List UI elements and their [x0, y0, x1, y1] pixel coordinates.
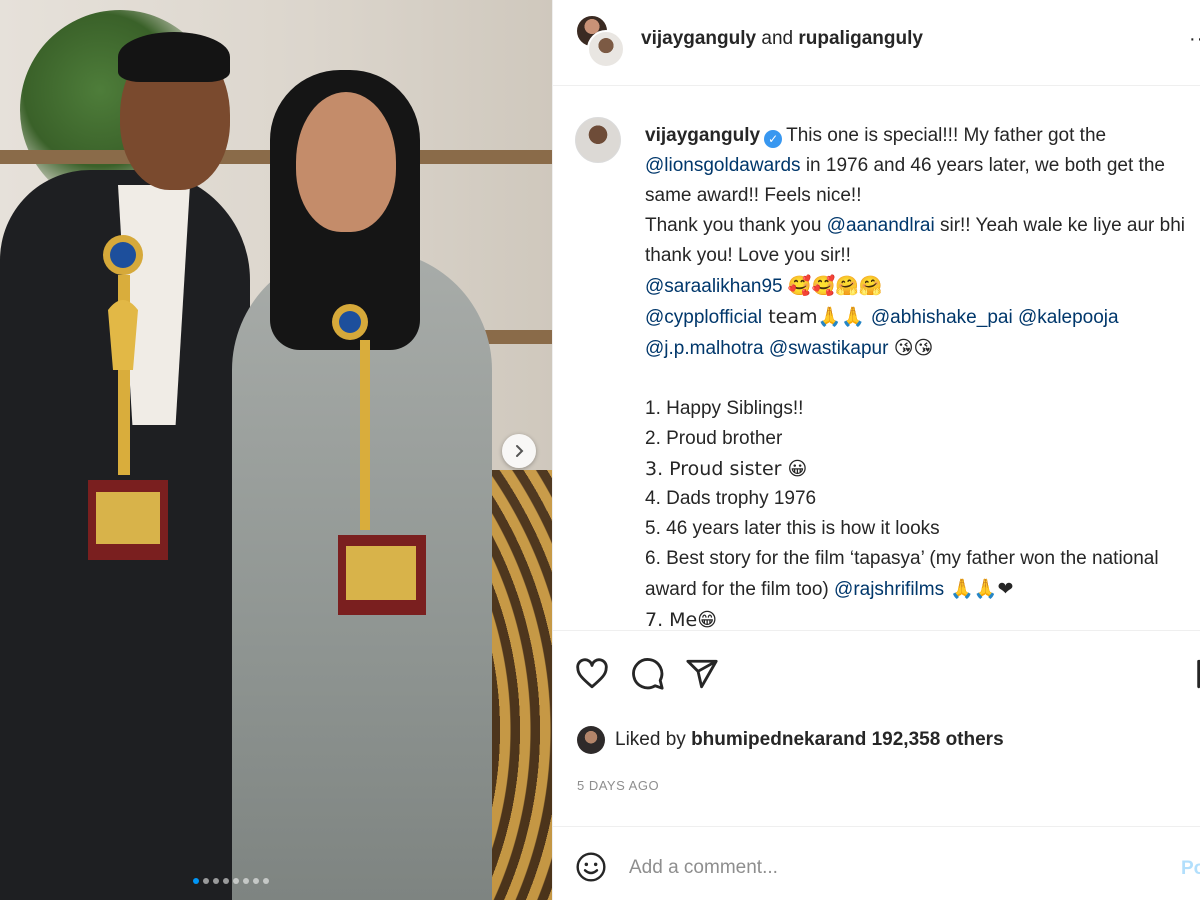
carousel-dot: [243, 878, 249, 884]
mention-link[interactable]: @saraalikhan95: [645, 276, 783, 297]
caption-area: vijayganguly ✓ This one is special!!! My f…: [553, 87, 1200, 630]
carousel-dot: [193, 878, 199, 884]
caption-line: Thank you thank you @aanandlrai sir!! Ye…: [645, 211, 1195, 241]
mention-link[interactable]: @j.p.malhotra: [645, 338, 764, 359]
post-timestamp[interactable]: 5 DAYS AGO: [577, 778, 659, 793]
caption-list-item: award for the film too) @rajshrifilms 🙏🙏…: [645, 574, 1195, 605]
emoji-text: 🙏🙏❤: [944, 578, 1014, 600]
caption-line: vijayganguly ✓ This one is special!!! My f…: [645, 121, 1195, 151]
likes-summary: Liked by bhumipednekar and 192,358 other…: [577, 726, 1004, 754]
mention-link[interactable]: @lionsgoldawards: [645, 155, 801, 176]
action-bar: [553, 630, 1200, 718]
caption-line: @j.p.malhotra @swastikapur 😘😘: [645, 333, 1195, 364]
caption-text: sir!! Yeah wale ke liye aur bhi: [934, 215, 1186, 236]
post-photo[interactable]: [0, 0, 552, 900]
share-icon[interactable]: [685, 657, 719, 691]
collab-avatars[interactable]: [575, 14, 625, 70]
caption-text: in 1976 and 46 years later, we both get …: [800, 155, 1165, 176]
username-link[interactable]: rupaliganguly: [798, 28, 923, 49]
collab-usernames: vijayganguly and rupaliganguly: [641, 28, 923, 50]
caption-line: @saraalikhan95 🥰🥰🤗🤗: [645, 271, 1195, 302]
caption-text: award for the film too): [645, 579, 835, 600]
avatar[interactable]: [587, 30, 625, 68]
post-comment-button[interactable]: Po: [1181, 858, 1200, 880]
carousel-dot: [213, 878, 219, 884]
caption-text: team🙏🙏: [762, 306, 871, 328]
chevron-right-icon: [516, 445, 524, 457]
photo-man-hair: [118, 32, 230, 82]
likes-prefix: Liked by: [615, 729, 686, 750]
avatar[interactable]: [575, 117, 621, 163]
joiner-text: and: [761, 28, 794, 49]
carousel-dot: [253, 878, 259, 884]
photo-woman-face: [296, 92, 396, 232]
caption-line: thank you! Love you sir!!: [645, 245, 851, 266]
comment-input[interactable]: [629, 857, 1149, 879]
post-panel: vijayganguly and rupaliganguly ·· vijayg…: [552, 0, 1200, 900]
post-header: vijayganguly and rupaliganguly ··: [553, 0, 1200, 86]
avatar[interactable]: [577, 726, 605, 754]
post-caption: vijayganguly ✓ This one is special!!! My f…: [645, 121, 1195, 630]
caption-list-item: 7. Me😁: [645, 609, 718, 630]
mention-link[interactable]: @abhishake_pai: [871, 307, 1013, 328]
emoji-text: 😘😘: [893, 337, 934, 359]
mention-link[interactable]: @aanandlrai: [827, 215, 935, 236]
verified-badge-icon: ✓: [764, 130, 783, 148]
caption-list-item: 4. Dads trophy 1976: [645, 488, 817, 509]
caption-line: @lionsgoldawards in 1976 and 46 years la…: [645, 151, 1195, 181]
more-dots-icon[interactable]: ··: [1189, 28, 1200, 51]
carousel-dot: [233, 878, 239, 884]
caption-list-item: 3. Proud sister 😀: [645, 458, 808, 480]
mention-link[interactable]: @kalepooja: [1018, 307, 1119, 328]
caption-text: Thank you thank you: [645, 215, 827, 236]
caption-list-item: 5. 46 years later this is how it looks: [645, 518, 940, 539]
caption-text: This one is special!!! My father got the: [786, 125, 1107, 146]
likes-count[interactable]: and 192,358 others: [833, 729, 1004, 751]
bookmark-icon[interactable]: [1193, 657, 1200, 691]
caption-line: @cypplofficial team🙏🙏 @abhishake_pai @ka…: [645, 302, 1195, 333]
caption-list-item: 6. Best story for the film ‘tapasya’ (my…: [645, 548, 1159, 569]
liker-username[interactable]: bhumipednekar: [691, 729, 832, 751]
caption-list-item: 1. Happy Siblings!!: [645, 398, 804, 419]
mention-link[interactable]: @cypplofficial: [645, 307, 762, 328]
trophy-icon: [88, 235, 168, 560]
mention-link[interactable]: @rajshrifilms: [834, 579, 944, 600]
mention-link[interactable]: @swastikapur: [769, 338, 889, 359]
emoji-text: 🥰🥰🤗🤗: [787, 275, 883, 297]
smile-icon[interactable]: [575, 851, 607, 883]
carousel-dot: [203, 878, 209, 884]
comment-bar: Po: [553, 826, 1200, 900]
carousel-next-button[interactable]: [502, 434, 536, 468]
comment-icon[interactable]: [631, 657, 665, 691]
caption-list-item: 2. Proud brother: [645, 428, 783, 449]
caption-username[interactable]: vijayganguly: [645, 125, 760, 146]
trophy-icon: [332, 304, 426, 615]
username-link[interactable]: vijayganguly: [641, 28, 756, 49]
carousel-dot: [263, 878, 269, 884]
caption-line: same award!! Feels nice!!: [645, 185, 862, 206]
heart-icon[interactable]: [575, 657, 609, 691]
carousel-dots: [193, 878, 269, 884]
carousel-dot: [223, 878, 229, 884]
